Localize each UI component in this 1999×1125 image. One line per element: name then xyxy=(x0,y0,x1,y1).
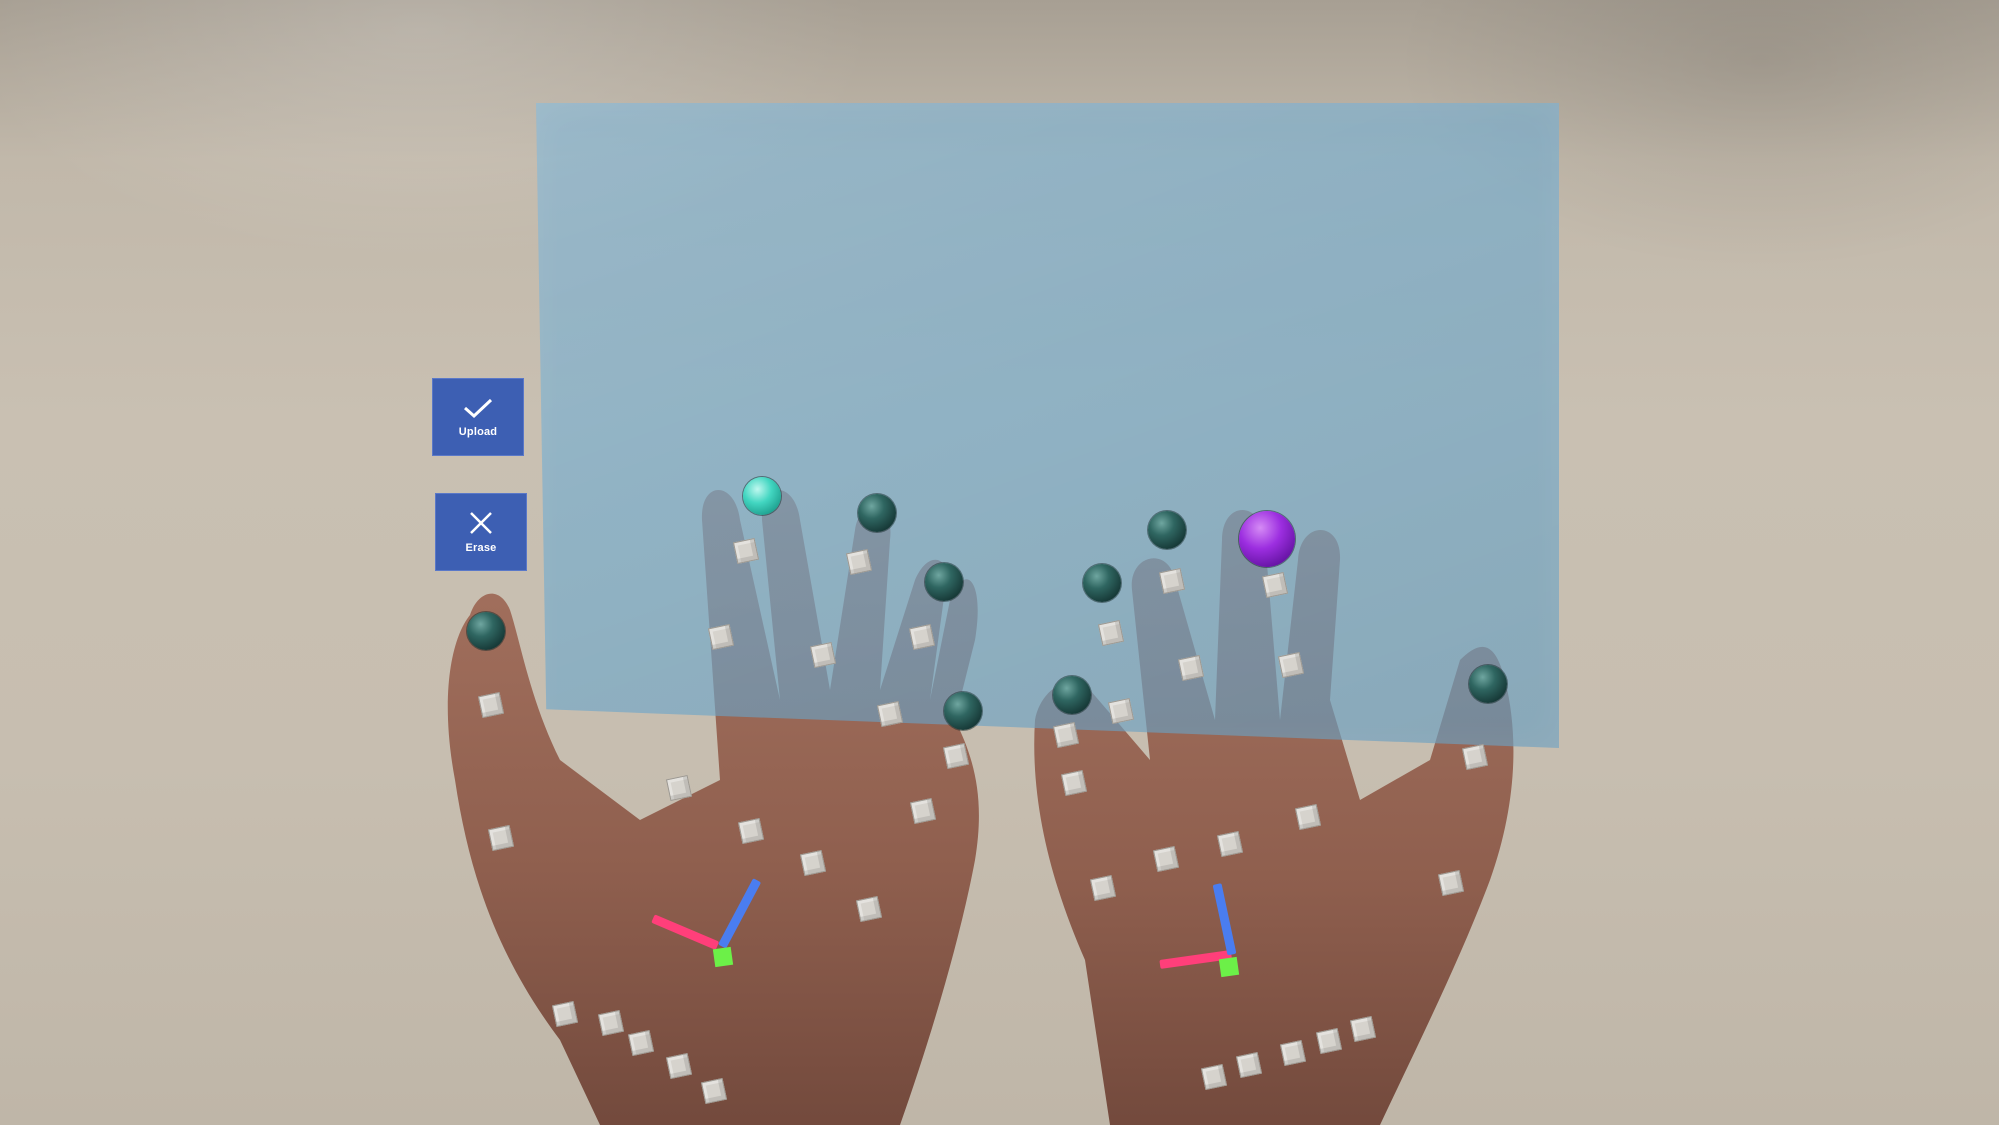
joint-marker xyxy=(665,774,693,802)
joint-marker xyxy=(487,824,515,852)
right-middle-tip-sphere xyxy=(1148,511,1186,549)
joint-marker xyxy=(1349,1015,1377,1043)
joint-marker xyxy=(700,1077,728,1105)
holographic-slate[interactable] xyxy=(536,103,1559,748)
joint-marker xyxy=(1158,567,1186,595)
joint-marker xyxy=(1107,697,1135,725)
joint-marker xyxy=(665,1052,693,1080)
joint-marker xyxy=(799,849,827,877)
right-palm-origin xyxy=(1218,956,1240,978)
right-index-tip-sphere xyxy=(1239,511,1295,567)
joint-marker xyxy=(1200,1063,1228,1091)
joint-marker xyxy=(1097,619,1125,647)
left-index-tip-sphere xyxy=(743,477,781,515)
joint-marker xyxy=(1261,571,1289,599)
joint-marker xyxy=(477,691,505,719)
left-middle-tip-sphere xyxy=(858,494,896,532)
right-thumb-tip-sphere xyxy=(1469,665,1507,703)
joint-marker xyxy=(809,641,837,669)
left-palm-origin xyxy=(712,946,734,968)
mixed-reality-view: Upload Erase xyxy=(0,0,1999,1125)
joint-marker xyxy=(1052,721,1080,749)
joint-marker xyxy=(1437,869,1465,897)
joint-marker xyxy=(1315,1027,1343,1055)
right-pinky-tip-sphere xyxy=(1053,676,1091,714)
joint-marker xyxy=(908,623,936,651)
erase-label: Erase xyxy=(465,542,497,554)
joint-marker xyxy=(845,548,873,576)
right-ring-tip-sphere xyxy=(1083,564,1121,602)
close-icon xyxy=(468,510,494,536)
joint-marker xyxy=(1216,830,1244,858)
left-ring-tip-sphere xyxy=(925,563,963,601)
joint-marker xyxy=(1089,874,1117,902)
joint-marker xyxy=(876,700,904,728)
joint-marker xyxy=(855,895,883,923)
slate-sheen xyxy=(536,103,1559,748)
joint-marker xyxy=(551,1000,579,1028)
joint-marker xyxy=(707,623,735,651)
left-pinky-tip-sphere xyxy=(944,692,982,730)
joint-marker xyxy=(597,1009,625,1037)
upload-button[interactable]: Upload xyxy=(432,378,524,456)
joint-marker xyxy=(627,1029,655,1057)
upload-label: Upload xyxy=(458,426,498,438)
checkmark-icon xyxy=(462,396,494,420)
joint-marker xyxy=(1235,1051,1263,1079)
joint-marker xyxy=(1277,651,1305,679)
erase-button[interactable]: Erase xyxy=(435,493,527,571)
joint-marker xyxy=(909,797,937,825)
joint-marker xyxy=(1294,803,1322,831)
joint-marker xyxy=(732,537,760,565)
joint-marker xyxy=(737,817,765,845)
joint-marker xyxy=(1177,654,1205,682)
joint-marker xyxy=(1279,1039,1307,1067)
joint-marker xyxy=(942,742,970,770)
joint-marker xyxy=(1060,769,1088,797)
joint-marker xyxy=(1152,845,1180,873)
joint-marker xyxy=(1461,743,1489,771)
left-thumb-tip-sphere xyxy=(467,612,505,650)
